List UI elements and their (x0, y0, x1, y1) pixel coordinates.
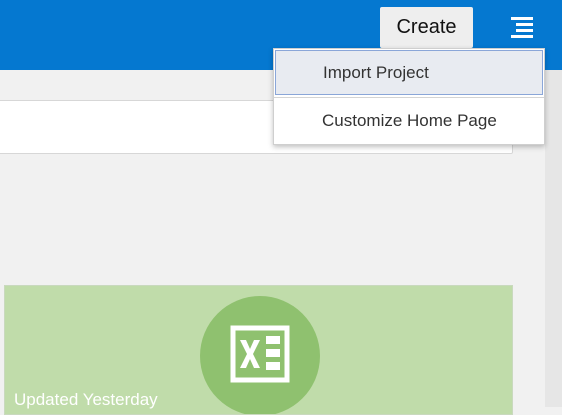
create-dropdown-menu: Import Project Customize Home Page (273, 48, 545, 145)
excel-icon-badge (200, 296, 320, 414)
menu-item-customize-home-page[interactable]: Customize Home Page (274, 98, 544, 144)
hamburger-menu-icon[interactable] (507, 10, 543, 46)
menu-item-import-project[interactable]: Import Project (275, 50, 543, 95)
excel-icon (230, 325, 290, 383)
create-button[interactable]: Create (380, 7, 473, 48)
project-tile[interactable]: Updated Yesterday (4, 285, 513, 415)
tile-updated-label: Updated Yesterday (14, 390, 158, 409)
vertical-scrollbar[interactable] (545, 70, 562, 407)
